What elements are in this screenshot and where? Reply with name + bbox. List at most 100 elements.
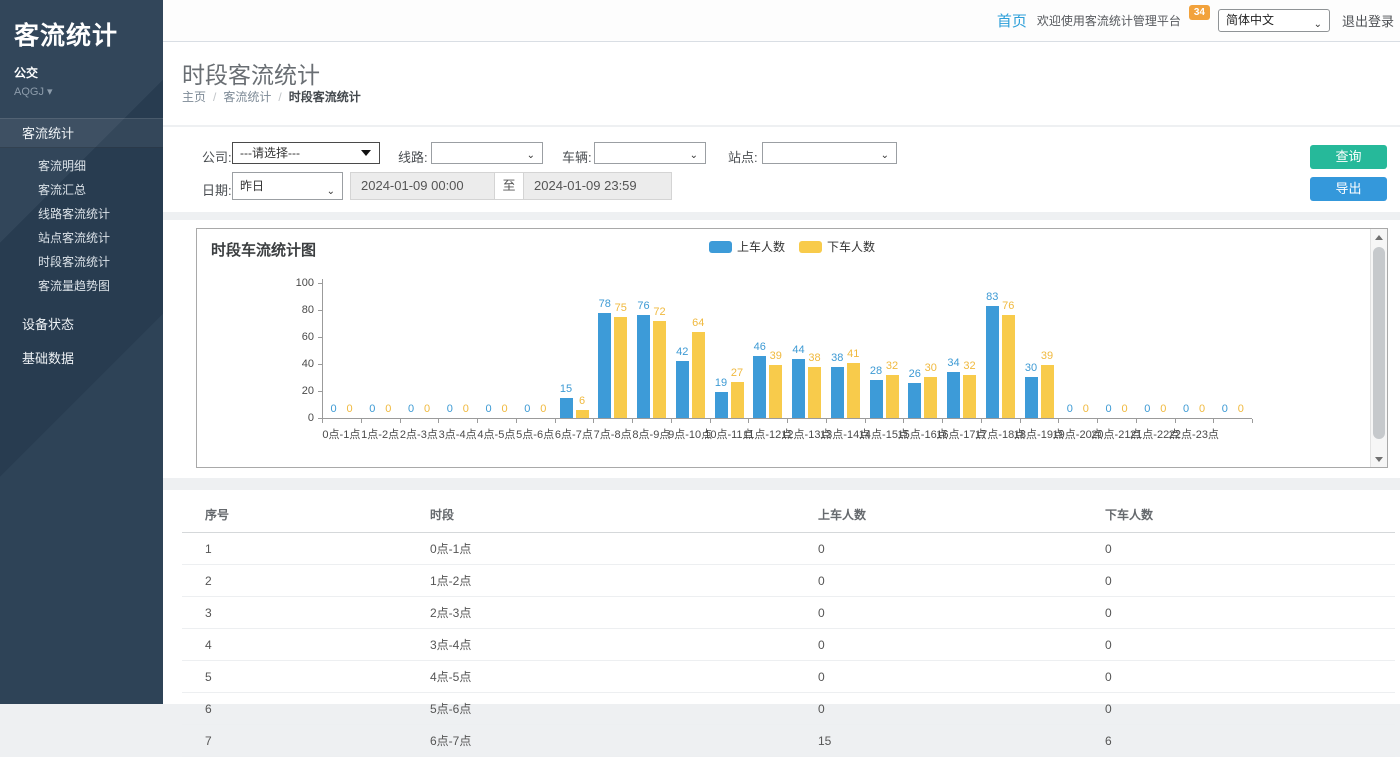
x-tick-mark [710, 419, 711, 423]
table-cell: 0 [795, 693, 1082, 725]
date-start-input[interactable]: 2024-01-09 00:00 [350, 172, 495, 200]
query-button[interactable]: 查询 [1310, 145, 1387, 169]
chart-bar[interactable] [908, 383, 921, 418]
chart-bar[interactable] [731, 382, 744, 418]
sidebar-item[interactable]: 站点客流统计 [0, 226, 163, 250]
x-tick-mark [555, 419, 556, 423]
chart-bar[interactable] [637, 315, 650, 418]
date-end-input[interactable]: 2024-01-09 23:59 [523, 172, 672, 200]
chart-bar[interactable] [598, 313, 611, 418]
chart-bar[interactable] [692, 332, 705, 418]
scroll-up-arrow-icon[interactable] [1371, 229, 1387, 245]
sidebar-menu: 客流统计 客流明细客流汇总线路客流统计站点客流统计时段客流统计客流量趋势图 设备… [0, 118, 163, 374]
vehicle-select[interactable]: ⌄ [594, 142, 706, 164]
chart-bar[interactable] [614, 317, 627, 418]
sidebar-item[interactable]: 客流明细 [0, 154, 163, 178]
chart-bar[interactable] [676, 361, 689, 418]
chart-bar[interactable] [924, 377, 937, 418]
page-header-panel: 时段客流统计 主页/客流统计/时段客流统计 [163, 42, 1400, 125]
chart-bar[interactable] [576, 410, 589, 418]
chart-bar[interactable] [792, 359, 805, 418]
legend-label: 下车人数 [827, 238, 875, 255]
y-tick-label: 80 [284, 304, 314, 316]
table-cell: 0 [795, 661, 1082, 693]
x-category-label: 22点-23点 [1164, 426, 1224, 442]
chart-bar[interactable] [1002, 315, 1015, 418]
chart-bar[interactable] [653, 321, 666, 418]
sidebar-group-passenger-stats[interactable]: 客流统计 [0, 118, 163, 148]
app-title: 客流统计 [14, 16, 149, 52]
bar-value-label: 41 [838, 348, 868, 360]
y-tick-label: 40 [284, 358, 314, 370]
x-tick-mark [477, 419, 478, 423]
chart-vertical-scrollbar[interactable] [1370, 229, 1387, 467]
table-row: 32点-3点00 [182, 597, 1395, 629]
chart-bar[interactable] [715, 392, 728, 418]
bar-value-label: 72 [645, 306, 675, 318]
table-cell: 0 [795, 533, 1082, 565]
bar-value-label: 6 [567, 395, 597, 407]
bar-value-label: 76 [993, 300, 1023, 312]
table-cell: 0 [795, 629, 1082, 661]
y-tick-mark [318, 391, 322, 392]
chart-bar[interactable] [808, 367, 821, 418]
x-tick-mark [748, 419, 749, 423]
language-select[interactable]: 简体中文⌄ [1218, 9, 1330, 32]
org-code-dropdown[interactable]: AQGJ ▾ [14, 85, 149, 98]
sidebar-item[interactable]: 线路客流统计 [0, 202, 163, 226]
scrollbar-thumb[interactable] [1373, 247, 1385, 439]
x-tick-mark [671, 419, 672, 423]
bar-value-label: 27 [722, 367, 752, 379]
x-tick-mark [942, 419, 943, 423]
table-cell: 5点-6点 [407, 693, 795, 725]
sidebar-item[interactable]: 基础数据 [0, 344, 163, 374]
date-label: 日期: [202, 180, 232, 199]
legend-item[interactable]: 下车人数 [799, 238, 875, 255]
x-tick-mark [787, 419, 788, 423]
org-name: 公交 [14, 64, 149, 81]
chart-bar[interactable] [753, 356, 766, 418]
chart-bar[interactable] [1025, 377, 1038, 418]
hourly-traffic-chart: 时段车流统计图 上车人数下车人数 020406080100000点-1点001点… [196, 228, 1388, 468]
chart-bar[interactable] [847, 363, 860, 418]
breadcrumb-item[interactable]: 主页 [182, 90, 206, 104]
chart-bar[interactable] [886, 375, 899, 418]
line-select[interactable]: ⌄ [431, 142, 543, 164]
chart-bar[interactable] [1041, 365, 1054, 418]
chart-bar[interactable] [947, 372, 960, 418]
date-preset-select[interactable]: 昨日⌄ [232, 172, 343, 200]
x-tick-mark [400, 419, 401, 423]
company-select[interactable]: ---请选择--- [232, 142, 380, 164]
notification-badge[interactable]: 34 [1189, 5, 1210, 20]
chart-bar[interactable] [963, 375, 976, 418]
export-button[interactable]: 导出 [1310, 177, 1387, 201]
table-row: 65点-6点00 [182, 693, 1395, 725]
legend-item[interactable]: 上车人数 [709, 238, 785, 255]
chart-bar[interactable] [870, 380, 883, 418]
table-cell: 6 [182, 693, 407, 725]
table-panel: 序号时段上车人数下车人数 10点-1点0021点-2点0032点-3点0043点… [163, 490, 1400, 704]
chart-bar[interactable] [986, 306, 999, 418]
station-select[interactable]: ⌄ [762, 142, 897, 164]
table-cell: 1 [182, 533, 407, 565]
chart-bar[interactable] [769, 365, 782, 418]
station-label: 站点: [728, 147, 758, 166]
x-tick-mark [593, 419, 594, 423]
table-cell: 2 [182, 565, 407, 597]
table-cell: 0 [795, 565, 1082, 597]
breadcrumb-item[interactable]: 客流统计 [223, 90, 271, 104]
x-tick-mark [516, 419, 517, 423]
chart-bar[interactable] [831, 367, 844, 418]
logout-link[interactable]: 退出登录 [1342, 11, 1394, 30]
sidebar-item[interactable]: 客流量趋势图 [0, 274, 163, 298]
x-tick-mark [1020, 419, 1021, 423]
home-link[interactable]: 首页 [997, 10, 1027, 31]
sidebar-item[interactable]: 设备状态 [0, 310, 163, 340]
sidebar-item[interactable]: 客流汇总 [0, 178, 163, 202]
dropdown-arrow-icon [361, 150, 371, 156]
sidebar-item[interactable]: 时段客流统计 [0, 250, 163, 274]
scroll-down-arrow-icon[interactable] [1371, 451, 1387, 467]
table-cell: 0 [795, 597, 1082, 629]
x-tick-mark [1213, 419, 1214, 423]
chart-panel: 时段车流统计图 上车人数下车人数 020406080100000点-1点001点… [163, 220, 1400, 478]
